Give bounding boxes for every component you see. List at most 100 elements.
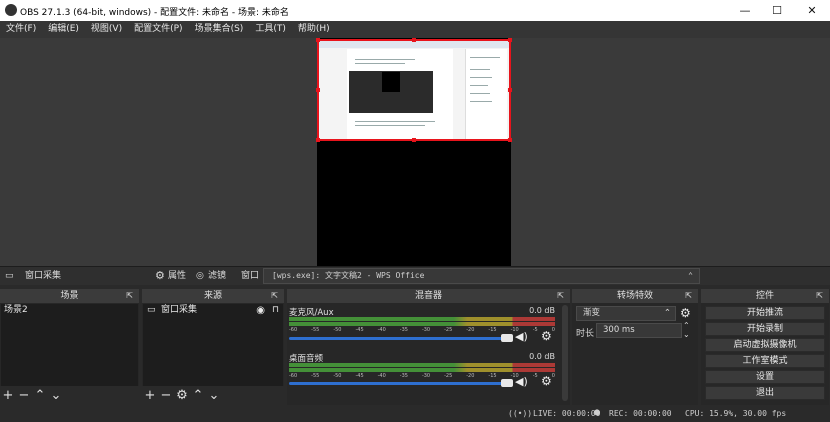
start-streaming-button[interactable]: 开始推流 — [705, 306, 825, 320]
meter-tick-label: -60 — [289, 327, 298, 333]
move-up-icon[interactable]: ⌃ — [32, 386, 48, 405]
volume-slider[interactable] — [289, 379, 513, 387]
meter-tick-label: -35 — [399, 327, 408, 333]
sources-header: 来源 ⇱ — [142, 289, 284, 303]
sources-title: 来源 — [203, 291, 222, 301]
undock-icon[interactable]: ⇱ — [685, 289, 692, 303]
gear-icon[interactable]: ⚙ — [680, 306, 691, 320]
meter-tick-label: -45 — [355, 373, 364, 379]
speaker-icon[interactable]: ◀) — [515, 330, 528, 343]
speaker-icon[interactable]: ◀) — [515, 375, 528, 388]
undock-icon[interactable]: ⇱ — [557, 289, 564, 303]
preview-area[interactable] — [0, 38, 830, 266]
undock-icon[interactable]: ⇱ — [816, 289, 823, 303]
gear-icon[interactable]: ⚙ — [541, 374, 552, 388]
window-select[interactable]: [wps.exe]: 文字文稿2 - WPS Office ⌃ — [263, 268, 700, 284]
scenes-list[interactable]: 场景2 — [1, 304, 138, 386]
menu-scene-collection[interactable]: 场景集合(S) — [189, 21, 250, 38]
resize-handle[interactable] — [316, 88, 320, 92]
meter-tick-label: -50 — [333, 373, 342, 379]
menu-bar: 文件(F) 编辑(E) 视图(V) 配置文件(P) 场景集合(S) 工具(T) … — [0, 21, 830, 38]
resize-handle[interactable] — [412, 138, 416, 142]
menu-edit[interactable]: 编辑(E) — [42, 21, 85, 38]
properties-button[interactable]: 属性 — [168, 270, 186, 282]
move-up-icon[interactable]: ⌃ — [190, 386, 206, 405]
meter-tick-label: -30 — [421, 373, 431, 379]
mixer-header: 混音器 ⇱ — [287, 289, 570, 303]
meter-tick-label: -55 — [311, 327, 320, 333]
meter-tick-label: -25 — [444, 373, 453, 379]
live-indicator-icon: ((•)) — [508, 409, 533, 418]
volume-slider[interactable] — [289, 334, 513, 342]
volume-knob[interactable] — [501, 334, 513, 342]
volume-knob[interactable] — [501, 379, 513, 387]
window-label: 窗口 — [241, 271, 260, 281]
exit-button[interactable]: 退出 — [705, 386, 825, 400]
close-button[interactable]: ✕ — [797, 2, 827, 19]
maximize-button[interactable]: ☐ — [762, 2, 792, 19]
remove-icon[interactable]: − — [16, 386, 32, 405]
list-item[interactable]: 场景2 — [1, 304, 138, 317]
add-icon[interactable]: + — [142, 386, 158, 405]
duration-field[interactable]: 300 ms — [596, 323, 682, 338]
level-meter — [289, 363, 555, 367]
move-down-icon[interactable]: ⌄ — [48, 386, 64, 405]
selected-source-name: 窗口采集 — [25, 271, 62, 281]
mixer-track: 麦克风/Aux 0.0 dB -60 -55 -50 -45 -40 -35 -30 -25-… — [289, 306, 557, 352]
duration-value: 300 ms — [603, 325, 635, 335]
resize-handle[interactable] — [316, 138, 320, 142]
transitions-title: 转场特效 — [616, 291, 653, 301]
menu-profile[interactable]: 配置文件(P) — [128, 21, 188, 38]
remove-icon[interactable]: − — [158, 386, 174, 405]
filters-button[interactable]: 滤镜 — [208, 270, 226, 282]
resize-handle[interactable] — [316, 38, 320, 42]
move-down-icon[interactable]: ⌄ — [206, 386, 222, 405]
meter-tick-label: -60 — [289, 373, 298, 379]
combo-arrow-icon: ⌃ — [688, 271, 693, 280]
settings-button[interactable]: 设置 — [705, 370, 825, 384]
scenes-footer: + − ⌃ ⌄ — [0, 386, 139, 405]
undock-icon[interactable]: ⇱ — [271, 289, 278, 303]
window-select-value: [wps.exe]: 文字文稿2 - WPS Office — [272, 271, 425, 280]
minimize-button[interactable]: — — [730, 2, 760, 19]
resize-handle[interactable] — [508, 38, 512, 42]
gear-icon[interactable]: ⚙ — [155, 270, 165, 282]
studio-mode-button[interactable]: 工作室模式 — [705, 354, 825, 368]
sources-list[interactable]: ▭ 窗口采集 ◉ ⊓ — [143, 304, 283, 386]
window-title: OBS 27.1.3 (64-bit, windows) - 配置文件: 未命名… — [20, 8, 289, 18]
window-capture-preview[interactable] — [316, 38, 512, 142]
menu-file[interactable]: 文件(F) — [0, 21, 42, 38]
captured-embedded-block — [382, 72, 400, 92]
undock-icon[interactable]: ⇱ — [126, 289, 133, 303]
meter-tick-label: -25 — [444, 327, 453, 333]
menu-view[interactable]: 视图(V) — [85, 21, 128, 38]
start-recording-button[interactable]: 开始录制 — [705, 322, 825, 336]
resize-handle[interactable] — [508, 88, 512, 92]
menu-help[interactable]: 帮助(H) — [292, 21, 336, 38]
filter-icon[interactable]: ◎ — [196, 270, 204, 282]
resize-handle[interactable] — [412, 38, 416, 42]
level-meter — [289, 317, 555, 321]
gear-icon[interactable]: ⚙ — [174, 386, 190, 405]
obs-logo-icon — [5, 4, 17, 16]
menu-tools[interactable]: 工具(T) — [249, 21, 292, 38]
list-item[interactable]: ▭ 窗口采集 ◉ ⊓ — [143, 304, 283, 317]
meter-tick-label: -20 — [466, 373, 475, 379]
combo-arrow-icon: ⌃ — [663, 308, 671, 318]
track-db: 0.0 dB — [529, 352, 555, 361]
mixer-scrollbar[interactable] — [562, 305, 568, 401]
eye-icon[interactable]: ◉ — [256, 304, 265, 317]
controls-title: 控件 — [755, 291, 774, 301]
gear-icon[interactable]: ⚙ — [541, 329, 552, 343]
duration-spinner-icon[interactable]: ⌃ ⌄ — [683, 321, 690, 339]
add-icon[interactable]: + — [0, 386, 16, 405]
level-meter — [289, 368, 555, 372]
meter-tick-label: -50 — [333, 327, 342, 333]
resize-handle[interactable] — [508, 138, 512, 142]
start-virtual-camera-button[interactable]: 启动虚拟摄像机 — [705, 338, 825, 352]
rec-time: REC: 00:00:00 — [609, 409, 672, 418]
transition-select[interactable]: 渐变 ⌃ — [576, 306, 676, 321]
lock-icon[interactable]: ⊓ — [272, 304, 279, 317]
cpu-fps: CPU: 15.9%, 30.00 fps — [685, 409, 787, 418]
sources-footer: + − ⚙ ⌃ ⌄ — [142, 386, 284, 405]
